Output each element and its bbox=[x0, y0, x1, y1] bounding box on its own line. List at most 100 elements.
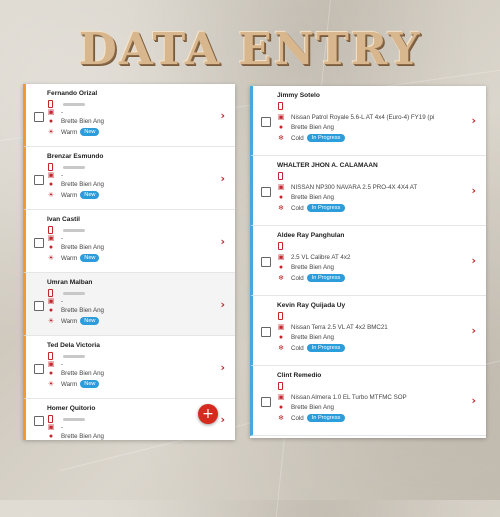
lead-name: Ted Dela Victoria bbox=[47, 342, 100, 349]
lead-name: WHALTER JHON A. CALAMAAN bbox=[277, 162, 378, 169]
vehicle-row: ▣ - bbox=[46, 108, 64, 117]
left-lead-card[interactable]: Brenzar Esmundo ▣ - ● Brette Bien Ang ☀ Warm Ne… bbox=[23, 147, 235, 210]
select-checkbox[interactable] bbox=[34, 237, 44, 248]
redacted-phone bbox=[63, 354, 85, 358]
status-badge: In Progress bbox=[306, 134, 346, 142]
agent-name: Brette Bien Ang bbox=[291, 404, 334, 411]
chevron-right-icon[interactable]: › bbox=[471, 394, 476, 407]
phone-icon bbox=[48, 100, 53, 108]
chevron-right-icon[interactable]: › bbox=[220, 109, 225, 122]
temperature-label: Warm bbox=[61, 128, 78, 136]
vehicle-text: - bbox=[61, 171, 64, 179]
temperature-row: ❄ Cold In Progress bbox=[276, 344, 346, 352]
right-lead-card[interactable]: WHALTER JHON A. CALAMAAN ▣ NISSAN NP300 NA… bbox=[250, 156, 486, 226]
temperature-row: ☀ Warm New bbox=[46, 380, 100, 388]
left-lead-card[interactable]: Fernando Orizal ▣ - ● Brette Bien Ang ☀ Warm Ne… bbox=[23, 84, 235, 147]
lead-name: Aldee Ray Panghulan bbox=[277, 232, 345, 239]
temperature-row: ☀ Warm New bbox=[46, 128, 100, 136]
left-lead-card[interactable]: Umran Malban ▣ - ● Brette Bien Ang ☀ Warm New › bbox=[23, 273, 235, 336]
agent-name: Brette Bien Ang bbox=[61, 307, 104, 314]
vehicle-text: - bbox=[61, 423, 64, 431]
sun-icon: ☀ bbox=[47, 255, 55, 262]
vehicle-row: ▣ - bbox=[46, 360, 63, 369]
vehicle-row: ▣ Nissan Almera 1.0 EL Turbo MTFMC SOP bbox=[276, 393, 407, 402]
lead-name: Homer Quitorio bbox=[47, 405, 96, 412]
select-checkbox[interactable] bbox=[34, 416, 44, 426]
left-lead-card[interactable]: Ivan Castil ▣ - ● Brette Bien Ang ☀ Warm New › bbox=[23, 210, 235, 273]
person-icon: ● bbox=[278, 334, 284, 341]
redacted-phone bbox=[63, 165, 85, 169]
right-lead-card[interactable]: Aldee Ray Panghulan ▣ 2.5 VL Calibre AT 4x… bbox=[250, 226, 486, 296]
car-icon: ▣ bbox=[277, 114, 285, 121]
phone-icon bbox=[278, 102, 283, 110]
person-icon: ● bbox=[48, 307, 54, 314]
agent-row: ● Brette Bien Ang bbox=[46, 244, 104, 251]
agent-name: Brette Bien Ang bbox=[61, 181, 104, 188]
redacted-phone bbox=[63, 102, 85, 106]
select-checkbox[interactable] bbox=[261, 397, 271, 407]
car-icon: ▣ bbox=[47, 298, 55, 305]
vehicle-row: ▣ - bbox=[46, 171, 64, 180]
temperature-row: ❄ Cold In Progress bbox=[276, 204, 346, 212]
phone-icon bbox=[48, 415, 53, 423]
select-checkbox[interactable] bbox=[261, 327, 271, 337]
phone-row bbox=[46, 100, 85, 108]
warm-leads-list: Fernando Orizal ▣ - ● Brette Bien Ang ☀ Warm Ne… bbox=[23, 84, 235, 440]
redacted-phone bbox=[63, 228, 85, 232]
temperature-row: ❄ Cold In Progress bbox=[276, 134, 346, 142]
vehicle-row: ▣ NISSAN NP300 NAVARA 2.5 PRO-4X 4X4 AT bbox=[276, 183, 418, 192]
chevron-right-icon[interactable]: › bbox=[471, 254, 476, 267]
temperature-label: Warm bbox=[61, 254, 78, 262]
temperature-row: ❄ Cold In Progress bbox=[276, 414, 346, 422]
lead-name: Fernando Orizal bbox=[47, 90, 98, 97]
sun-icon: ☀ bbox=[47, 318, 55, 325]
right-lead-card[interactable]: Jimmy Sotelo ▣ Nissan Patrol Royale 5.6-L … bbox=[250, 86, 486, 156]
right-lead-card[interactable]: Clint Remedio ▣ Nissan Almera 1.0 EL Turbo… bbox=[250, 366, 486, 436]
car-icon: ▣ bbox=[277, 254, 285, 261]
snowflake-icon: ❄ bbox=[278, 205, 284, 212]
vehicle-text: - bbox=[61, 108, 64, 116]
person-icon: ● bbox=[48, 181, 54, 188]
lead-name: Umran Malban bbox=[47, 279, 93, 286]
page-title: DATA ENTRY bbox=[78, 24, 422, 75]
status-badge: New bbox=[80, 254, 100, 262]
chevron-right-icon[interactable]: › bbox=[220, 413, 225, 426]
phone-icon bbox=[278, 172, 283, 180]
chevron-right-icon[interactable]: › bbox=[220, 298, 225, 311]
lead-name: Ivan Castil bbox=[47, 216, 80, 223]
phone-row bbox=[46, 415, 85, 423]
agent-row: ● Brette Bien Ang bbox=[276, 264, 334, 271]
vehicle-text: Nissan Patrol Royale 5.6-L AT 4x4 (Euro-… bbox=[291, 113, 435, 121]
chevron-right-icon[interactable]: › bbox=[220, 235, 225, 248]
person-icon: ● bbox=[278, 404, 284, 411]
person-icon: ● bbox=[48, 118, 54, 125]
select-checkbox[interactable] bbox=[34, 111, 44, 122]
select-checkbox[interactable] bbox=[261, 187, 271, 197]
select-checkbox[interactable] bbox=[261, 117, 271, 127]
chevron-right-icon[interactable]: › bbox=[471, 114, 476, 127]
chevron-right-icon[interactable]: › bbox=[220, 172, 225, 185]
chevron-right-icon[interactable]: › bbox=[220, 361, 225, 374]
select-checkbox[interactable] bbox=[34, 174, 44, 185]
car-icon: ▣ bbox=[47, 109, 55, 116]
agent-row: ● Brette Bien Ang bbox=[46, 181, 104, 188]
select-checkbox[interactable] bbox=[34, 363, 44, 374]
agent-name: Brette Bien Ang bbox=[61, 118, 104, 125]
status-badge: In Progress bbox=[306, 414, 346, 422]
lead-name: Clint Remedio bbox=[277, 372, 322, 379]
person-icon: ● bbox=[278, 194, 284, 201]
vehicle-text: NISSAN NP300 NAVARA 2.5 PRO-4X 4X4 AT bbox=[291, 183, 418, 191]
chevron-right-icon[interactable]: › bbox=[471, 324, 476, 337]
chevron-right-icon[interactable]: › bbox=[471, 184, 476, 197]
car-icon: ▣ bbox=[47, 235, 55, 242]
select-checkbox[interactable] bbox=[261, 257, 271, 267]
phone-icon bbox=[278, 242, 283, 250]
car-icon: ▣ bbox=[277, 394, 285, 401]
left-lead-card[interactable]: Ted Dela Victoria ▣ - ● Brette Bien Ang ☀ Warm… bbox=[23, 336, 235, 399]
temperature-row: ☀ Warm New bbox=[46, 191, 100, 199]
status-badge: New bbox=[80, 380, 100, 388]
temperature-label: Cold bbox=[291, 204, 304, 212]
select-checkbox[interactable] bbox=[34, 300, 44, 311]
add-entry-button[interactable]: + bbox=[198, 404, 218, 424]
right-lead-card[interactable]: Kevin Ray Quijada Uy ▣ Nissan Terra 2.5 VL… bbox=[250, 296, 486, 366]
